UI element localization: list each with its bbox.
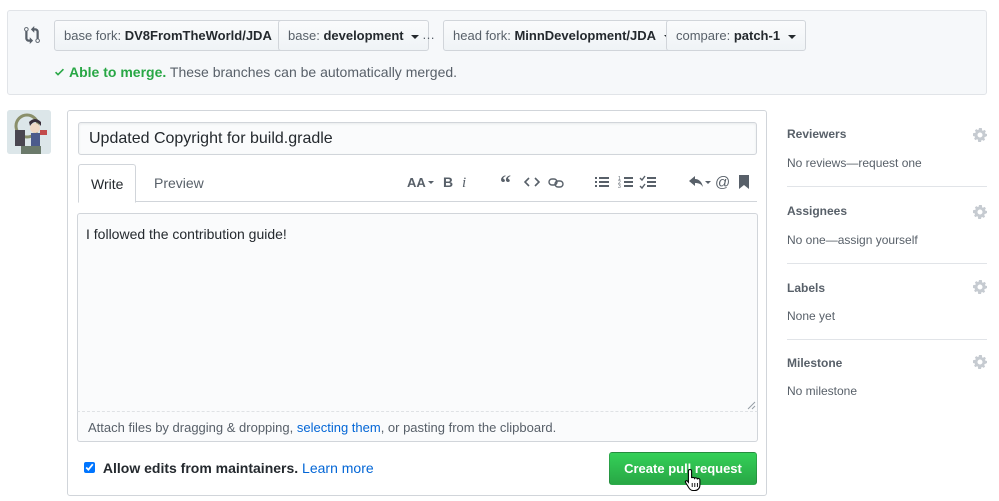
head-fork-select[interactable]: head fork: MinnDevelopment/JDA	[443, 20, 682, 51]
compare-branch-label: compare:	[676, 28, 731, 43]
reviewers-heading[interactable]: Reviewers	[787, 127, 846, 141]
create-pull-request-button[interactable]: Create pull request	[609, 452, 757, 485]
allow-edits-checkbox[interactable]	[84, 462, 95, 473]
allow-edits-label: Allow edits from maintainers.	[102, 460, 299, 476]
attach-text-end: , or pasting from the clipboard.	[380, 420, 557, 435]
merge-status: Able to merge. These branches can be aut…	[53, 64, 457, 80]
head-fork-value: MinnDevelopment/JDA	[514, 28, 657, 43]
unordered-list-icon[interactable]	[594, 173, 610, 191]
pr-title-input[interactable]	[78, 122, 757, 155]
svg-text:AA: AA	[407, 175, 426, 190]
gear-icon[interactable]	[973, 128, 987, 142]
git-compare-icon	[24, 26, 40, 44]
sidebar-section-labels: Labels None yet	[787, 264, 987, 340]
chevron-down-icon	[411, 34, 420, 39]
merge-description: These branches can be automatically merg…	[169, 64, 458, 80]
hand-cursor-icon	[684, 468, 701, 492]
svg-text:“: “	[500, 173, 511, 191]
milestone-heading[interactable]: Milestone	[787, 356, 842, 370]
file-attach-zone[interactable]: Attach files by dragging & dropping, sel…	[77, 411, 758, 442]
head-fork-label: head fork:	[453, 28, 511, 43]
select-files-link[interactable]: selecting them	[297, 420, 381, 435]
link-icon[interactable]	[548, 173, 564, 191]
svg-text:@: @	[715, 174, 730, 191]
svg-text:i: i	[462, 175, 466, 191]
base-branch-select[interactable]: base: development	[278, 20, 430, 51]
sidebar-section-assignees: Assignees No one—assign yourself	[787, 187, 987, 264]
chevron-down-icon	[787, 34, 796, 39]
pr-body-textarea[interactable]	[78, 214, 757, 411]
compare-branch-select[interactable]: compare: patch-1	[666, 20, 806, 51]
bookmark-icon[interactable]	[738, 173, 750, 191]
attach-text-start: Attach files by dragging & dropping,	[88, 420, 297, 435]
compare-range-bar: base fork: DV8FromTheWorld/JDA base: dev…	[7, 10, 987, 95]
base-fork-label: base fork:	[64, 28, 122, 43]
range-ellipsis: …	[422, 27, 435, 42]
learn-more-link[interactable]: Learn more	[302, 460, 374, 476]
tab-write[interactable]: Write	[78, 164, 137, 203]
quote-icon[interactable]: “	[500, 173, 516, 191]
base-branch-label: base:	[288, 28, 320, 43]
base-branch-value: development	[323, 28, 404, 43]
pr-body-editor	[77, 213, 758, 411]
avatar-illustration	[7, 110, 51, 154]
ordered-list-icon[interactable]: 123	[618, 173, 634, 191]
base-fork-select[interactable]: base fork: DV8FromTheWorld/JDA	[54, 20, 298, 51]
task-list-icon[interactable]	[639, 173, 657, 191]
gear-icon[interactable]	[973, 280, 987, 294]
svg-text:3: 3	[618, 184, 621, 190]
milestone-value: No milestone	[787, 384, 858, 398]
compare-branch-value: patch-1	[733, 28, 781, 43]
allow-edits-option[interactable]: Allow edits from maintainers. Learn more	[84, 460, 374, 476]
svg-text:B: B	[443, 174, 453, 190]
reply-icon[interactable]	[688, 173, 712, 191]
assignees-heading[interactable]: Assignees	[787, 204, 847, 218]
mention-icon[interactable]: @	[715, 173, 731, 191]
code-icon[interactable]	[524, 173, 540, 191]
new-pr-form: Write Preview AA B i “ 123 @ Attach fil	[67, 110, 767, 496]
avatar[interactable]	[7, 110, 51, 154]
bold-icon[interactable]: B	[442, 173, 454, 191]
check-icon	[55, 68, 64, 76]
gear-icon[interactable]	[973, 205, 987, 219]
gear-icon[interactable]	[973, 355, 987, 369]
sidebar-section-milestone: Milestone No milestone	[787, 340, 987, 410]
merge-ok-label: Able to merge.	[69, 64, 167, 80]
assignees-value: No one—assign yourself	[787, 233, 918, 247]
italic-icon[interactable]: i	[461, 173, 471, 191]
resize-grip-icon[interactable]	[747, 401, 756, 410]
labels-heading[interactable]: Labels	[787, 281, 825, 295]
base-fork-value: DV8FromTheWorld/JDA	[124, 28, 272, 43]
text-size-icon[interactable]: AA	[406, 173, 434, 191]
sidebar-section-reviewers: Reviewers No reviews—request one	[787, 110, 987, 187]
reviewers-value: No reviews—request one	[787, 156, 922, 170]
labels-value: None yet	[787, 309, 836, 323]
tab-preview[interactable]: Preview	[142, 164, 216, 202]
